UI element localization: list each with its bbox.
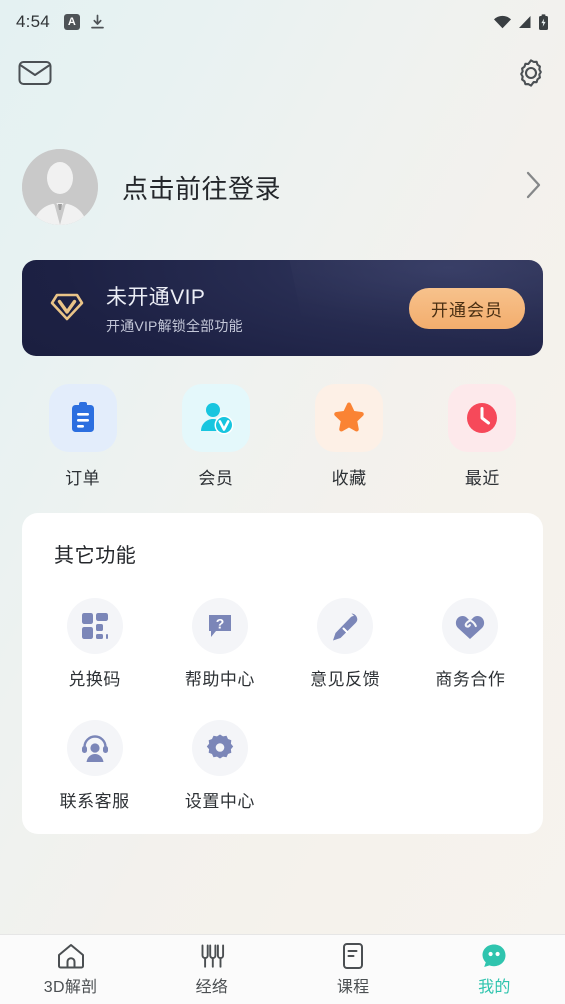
battery-icon: [539, 13, 548, 30]
function-contact-support[interactable]: 联系客服: [32, 696, 157, 812]
quick-action-recent[interactable]: 最近: [416, 384, 549, 489]
handshake-heart-icon: [442, 598, 499, 654]
status-bar-left-icons: A: [63, 14, 105, 30]
clock-recent-icon: [448, 384, 517, 452]
needles-icon: [201, 944, 224, 968]
gear-settings-icon: [191, 720, 248, 776]
app-root: 4:54 A 点击前往登录 未开通VIP 开通VIP解锁全部功能 开通会员 订单…: [0, 0, 565, 1004]
tab-courses[interactable]: 课程: [283, 942, 424, 997]
wifi-icon: [494, 15, 511, 29]
function-settings-center[interactable]: 设置中心: [157, 696, 282, 812]
app-badge-icon: A: [63, 14, 80, 30]
quick-action-favorites[interactable]: 收藏: [283, 384, 416, 489]
tab-label: 经络: [195, 979, 229, 996]
default-user-avatar: [22, 149, 98, 225]
vip-subtitle: 开通VIP解锁全部功能: [106, 317, 243, 334]
login-row[interactable]: 点击前往登录: [0, 128, 565, 246]
other-functions-grid: 兑换码 ? 帮助中心 意见反馈 商务合作 联系客服 设置中心: [32, 574, 533, 812]
bottom-tab-bar: 3D解剖 经络 课程 我的: [0, 934, 565, 1004]
quick-action-label: 最近: [464, 469, 500, 488]
function-label: 帮助中心: [184, 670, 255, 689]
tab-3d-anatomy[interactable]: 3D解剖: [0, 942, 141, 997]
grid-blocks-icon: [66, 598, 123, 654]
other-functions-title: 其它功能: [54, 545, 137, 567]
status-bar: 4:54 A: [0, 0, 565, 44]
login-prompt-text: 点击前往登录: [122, 173, 282, 204]
function-label: 联系客服: [59, 792, 130, 811]
function-feedback[interactable]: 意见反馈: [283, 574, 408, 690]
function-label: 设置中心: [184, 792, 255, 811]
tab-mine[interactable]: 我的: [424, 942, 565, 997]
star-favorite-icon: [315, 384, 384, 452]
cellular-signal-icon: [519, 16, 531, 28]
gear-icon[interactable]: [515, 57, 547, 94]
function-redeem-code[interactable]: 兑换码: [32, 574, 157, 690]
svg-text:?: ?: [216, 616, 225, 632]
document-icon: [343, 943, 364, 969]
app-bar: [0, 44, 565, 106]
function-label: 商务合作: [435, 670, 506, 689]
vip-diamond-icon: [46, 285, 88, 332]
vip-banner[interactable]: 未开通VIP 开通VIP解锁全部功能 开通会员: [22, 260, 543, 356]
tab-label: 3D解剖: [43, 979, 98, 996]
function-label: 兑换码: [68, 670, 121, 689]
quick-action-label: 会员: [198, 469, 234, 488]
avatar: [22, 149, 98, 225]
chevron-right-icon[interactable]: [523, 169, 543, 206]
quick-action-label: 订单: [65, 469, 101, 488]
status-bar-right-icons: [493, 13, 549, 31]
tab-label: 课程: [336, 979, 370, 996]
quick-action-label: 收藏: [331, 469, 367, 488]
home-icon: [57, 944, 84, 969]
question-bubble-icon: ?: [191, 598, 248, 654]
function-label: 意见反馈: [310, 670, 381, 689]
other-functions-card: 其它功能 兑换码 ? 帮助中心 意见反馈 商务合作 联系客服 设置中心: [22, 513, 543, 834]
quick-actions: 订单 会员 收藏 最近: [16, 384, 549, 489]
status-bar-time: 4:54: [16, 12, 50, 31]
vip-text-block: 未开通VIP 开通VIP解锁全部功能: [106, 281, 409, 336]
function-help-center[interactable]: ? 帮助中心: [157, 574, 282, 690]
member-v-badge-icon: [181, 384, 250, 452]
function-business-cooperation[interactable]: 商务合作: [408, 574, 533, 690]
vip-title: 未开通VIP: [106, 285, 206, 309]
download-icon: [91, 14, 104, 29]
activate-membership-button[interactable]: 开通会员: [409, 287, 525, 329]
tab-label: 我的: [478, 979, 511, 996]
pencil-edit-icon: [317, 598, 374, 654]
quick-action-membership[interactable]: 会员: [149, 384, 282, 489]
profile-blob-icon: [482, 944, 506, 967]
clipboard-order-icon: [48, 384, 117, 452]
quick-action-orders[interactable]: 订单: [16, 384, 149, 489]
tab-meridians[interactable]: 经络: [141, 942, 282, 997]
mail-envelope-icon[interactable]: [18, 59, 52, 92]
headset-support-icon: [66, 720, 123, 776]
